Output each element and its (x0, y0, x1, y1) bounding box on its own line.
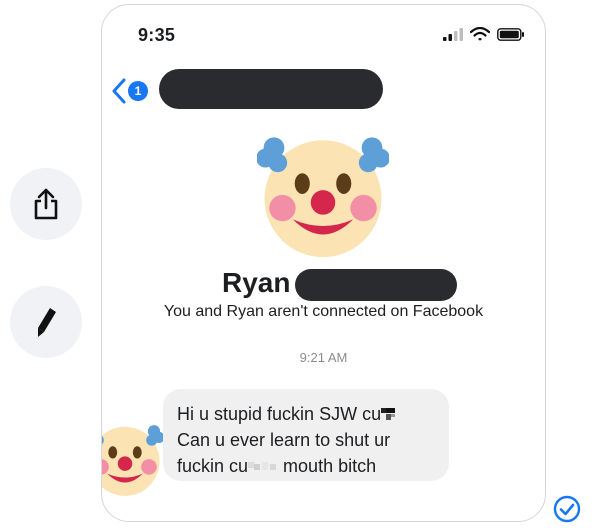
status-time: 9:35 (138, 25, 176, 45)
unread-badge: 1 (128, 81, 148, 101)
pencil-icon (38, 308, 56, 337)
message-text: Hi u stupid fuckin SJW cu (177, 404, 382, 424)
connection-status: You and Ryan aren't connected on Faceboo… (163, 303, 484, 320)
chevron-left-icon (112, 78, 126, 104)
share-icon (34, 188, 58, 220)
profile-avatar-clown[interactable] (257, 127, 389, 259)
pixelated-censor (248, 462, 277, 471)
message-bubble[interactable]: Hi u stupid fuckin SJW cu Can u ever lea… (163, 389, 449, 481)
redacted-contact-name (159, 69, 383, 109)
status-icons (443, 27, 525, 41)
phone-screen: 9:35 1 Ryan You and Ryan aren't connecte… (101, 4, 546, 522)
back-button[interactable]: 1 (112, 73, 152, 109)
signal-icon (443, 27, 463, 41)
share-button[interactable] (10, 168, 82, 240)
battery-icon (497, 27, 524, 41)
sender-avatar-clown[interactable] (101, 419, 164, 497)
wifi-icon (470, 27, 490, 41)
redacted-last-name (295, 269, 457, 301)
message-line-1: Hi u stupid fuckin SJW cu (177, 401, 435, 427)
pixelated-censor (381, 408, 396, 421)
message-text: fuckin cu (177, 456, 249, 476)
message-line-2: Can u ever learn to shut ur (177, 430, 391, 450)
profile-name: Ryan (222, 267, 291, 298)
nav-bar: 1 (112, 73, 152, 109)
edit-button[interactable] (10, 286, 82, 358)
message-timestamp: 9:21 AM (299, 350, 348, 365)
check-circle-icon (553, 495, 581, 523)
message-text: mouth bitch (278, 456, 377, 476)
message-line-3: fuckin cu mouth bitch (177, 453, 435, 479)
